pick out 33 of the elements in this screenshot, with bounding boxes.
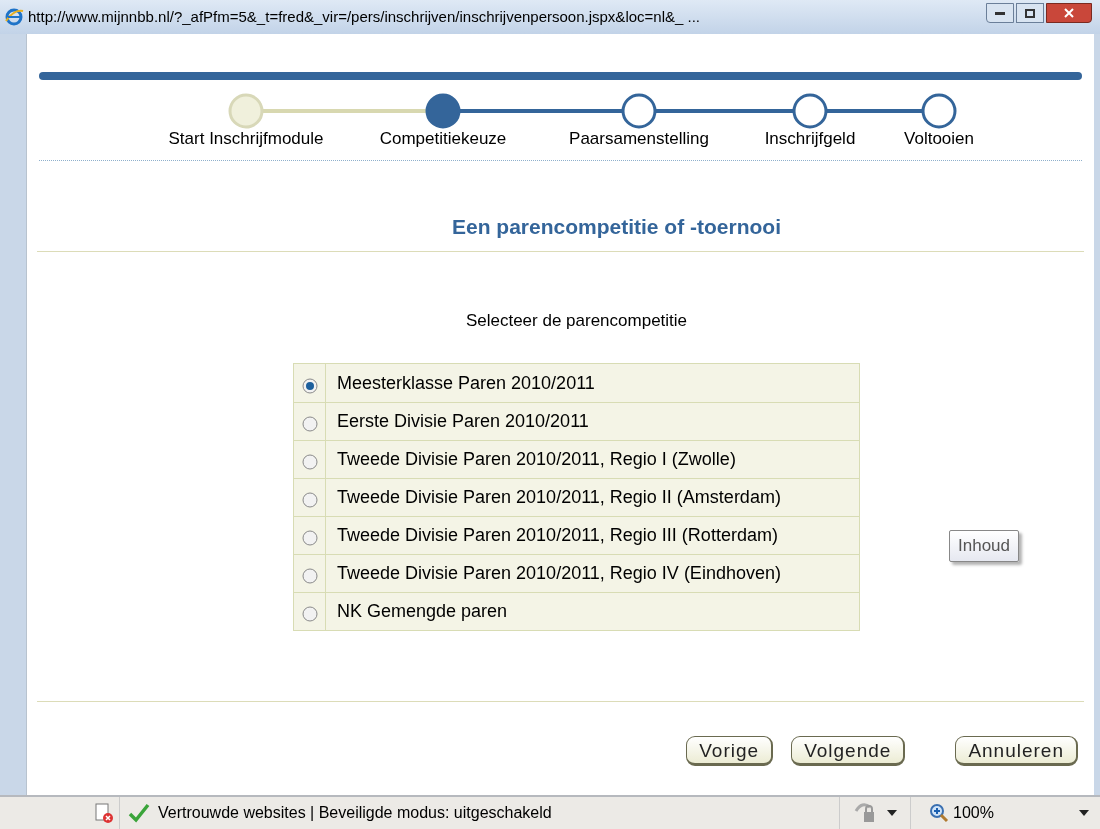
- step-label: Paarsamenstelling: [569, 128, 709, 150]
- radio-button[interactable]: [301, 530, 318, 546]
- page-heading: Een parencompetitie of -toernooi: [451, 214, 782, 240]
- minimize-icon: [995, 11, 1005, 15]
- step-label: Inschrijfgeld: [764, 128, 856, 150]
- blocked-page-icon: [93, 802, 115, 824]
- prompt-text: Selecteer de parencompetitie: [464, 309, 689, 332]
- dropdown-arrow-icon[interactable]: [1078, 809, 1090, 817]
- radio-button[interactable]: [301, 416, 318, 432]
- zoom-level[interactable]: 100%: [953, 801, 994, 825]
- radio-button[interactable]: [301, 492, 318, 508]
- close-button[interactable]: [1046, 3, 1092, 23]
- nav-button[interactable]: Annuleren: [955, 736, 1078, 766]
- step-label: Start Inschrijfmodule: [168, 128, 324, 150]
- nav-button[interactable]: Vorige: [686, 736, 774, 766]
- nav-button[interactable]: Volgende: [791, 736, 906, 766]
- minimize-button[interactable]: [986, 3, 1014, 23]
- radio-button[interactable]: [301, 568, 318, 584]
- maximize-button[interactable]: [1016, 3, 1044, 23]
- dropdown-arrow-icon[interactable]: [886, 809, 898, 817]
- step-label: Voltooien: [904, 128, 974, 150]
- window-title: http://www.mijnnbb.nl/?_afPfm=5&_t=fred&_vir=/pers/inschrijven/inschrijvenpersoon.jspx&loc=nl&_ ...: [28, 6, 701, 27]
- step-label: Competitiekeuze: [379, 128, 507, 150]
- radio-button[interactable]: [301, 454, 318, 470]
- tooltip: Inhoud: [949, 530, 1019, 562]
- maximize-icon: [1025, 8, 1035, 18]
- zoom-icon: [929, 803, 949, 823]
- radio-button[interactable]: [301, 378, 318, 394]
- radio-button[interactable]: [301, 606, 318, 622]
- close-icon: [1064, 8, 1074, 18]
- security-zone-text: Vertrouwde websites | Beveiligde modus: uitgeschakeld: [158, 803, 552, 823]
- browser-icon: [4, 7, 24, 27]
- checkmark-icon: [128, 803, 150, 823]
